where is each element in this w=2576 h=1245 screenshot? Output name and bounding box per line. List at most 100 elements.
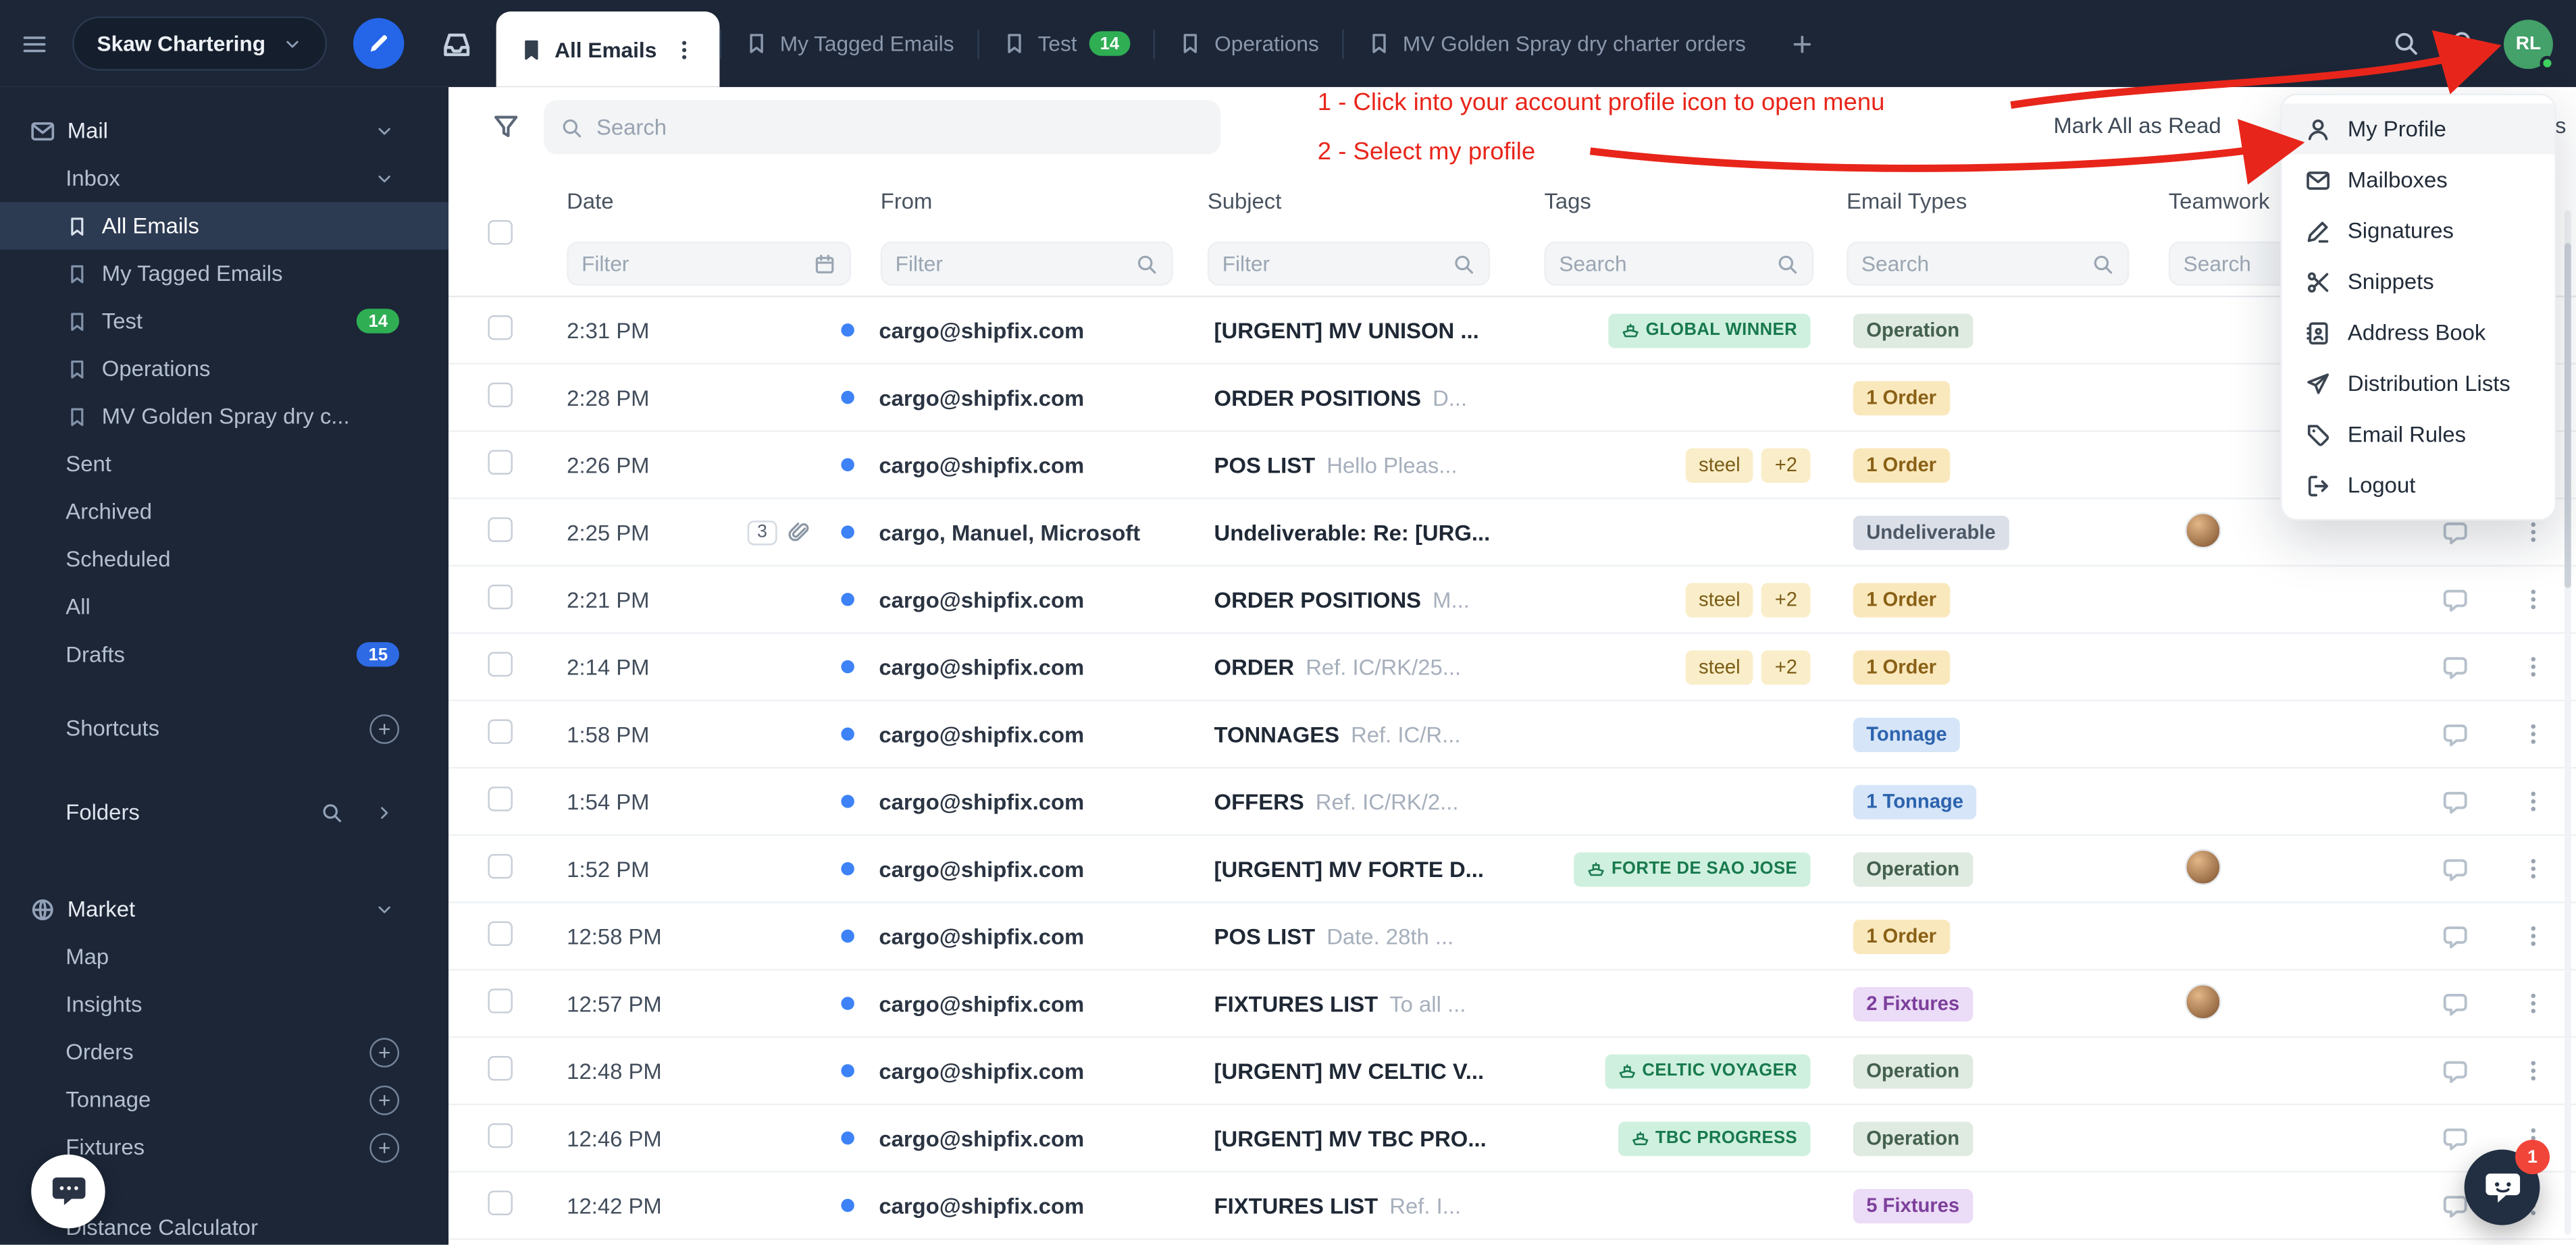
row-checkbox[interactable] <box>488 450 512 474</box>
email-row[interactable]: 12:48 PMcargo@shipfix.com[URGENT] MV CEL… <box>448 1038 2576 1105</box>
row-checkbox[interactable] <box>488 1123 512 1148</box>
menu-item-logout[interactable]: Logout <box>2282 460 2555 510</box>
sidebar-item-tonnage[interactable]: Tonnage <box>0 1076 448 1123</box>
email-types-filter-input[interactable] <box>1861 251 2085 275</box>
inbox-tray-icon[interactable] <box>440 27 473 60</box>
teammate-avatar[interactable] <box>2185 512 2221 548</box>
vessel-tag[interactable]: GLOBAL WINNER <box>1608 313 1811 347</box>
menu-item-signatures[interactable]: Signatures <box>2282 205 2555 256</box>
label-pill[interactable]: 2 Fixtures <box>1853 986 1973 1021</box>
scrollbar-thumb[interactable] <box>2565 243 2571 588</box>
partially-hidden-button[interactable]: s <box>2555 113 2566 138</box>
email-row[interactable]: 2:21 PMcargo@shipfix.comORDER POSITIONSM… <box>448 566 2576 634</box>
label-pill[interactable]: Operation <box>1853 1053 1973 1088</box>
sidebar-item-sent[interactable]: Sent <box>0 440 448 488</box>
row-checkbox[interactable] <box>488 922 512 946</box>
label-pill[interactable]: steel <box>1686 448 1754 482</box>
scrollbar[interactable] <box>2565 210 2571 1235</box>
chat-widget-button[interactable] <box>31 1155 105 1228</box>
tags-filter-input[interactable] <box>1559 251 1769 275</box>
row-comment-button[interactable] <box>2418 990 2490 1017</box>
teammate-avatar[interactable] <box>2185 983 2221 1019</box>
label-pill[interactable]: 1 Order <box>1853 919 1950 953</box>
email-row[interactable]: 2:25 PM3cargo, Manuel, MicrosoftUndelive… <box>448 499 2576 566</box>
email-row[interactable]: 12:42 PMcargo@shipfix.comFIXTURES LISTRe… <box>448 1173 2576 1240</box>
row-checkbox[interactable] <box>488 1190 512 1215</box>
vessel-tag[interactable]: FORTE DE SAO JOSE <box>1574 851 1810 886</box>
row-menu-button[interactable] <box>2491 586 2576 612</box>
sidebar-item-insights[interactable]: Insights <box>0 980 448 1028</box>
label-pill[interactable]: Undeliverable <box>1853 515 2009 550</box>
email-row[interactable]: 1:52 PMcargo@shipfix.com[URGENT] MV FORT… <box>448 836 2576 903</box>
support-chat-button[interactable]: 1 <box>2465 1150 2540 1225</box>
column-header-email-types[interactable]: Email Types <box>1847 189 1967 213</box>
tab-mv-golden-spray-dry-charter-orders[interactable]: MV Golden Spray dry charter orders <box>1343 0 1769 87</box>
row-menu-button[interactable] <box>2491 990 2576 1017</box>
row-menu-button[interactable] <box>2491 1057 2576 1084</box>
row-checkbox[interactable] <box>488 383 512 407</box>
vessel-tag[interactable]: CELTIC VOYAGER <box>1604 1053 1810 1088</box>
mark-all-read-button[interactable]: Mark All as Read <box>2053 113 2221 138</box>
email-search[interactable] <box>544 100 1220 154</box>
row-checkbox[interactable] <box>488 315 512 340</box>
sidebar-item-operations[interactable]: Operations <box>0 345 448 393</box>
menu-item-mailboxes[interactable]: Mailboxes <box>2282 155 2555 205</box>
email-row[interactable]: 2:14 PMcargo@shipfix.comORDERRef. IC/RK/… <box>448 634 2576 701</box>
row-comment-button[interactable] <box>2418 855 2490 882</box>
menu-item-snippets[interactable]: Snippets <box>2282 256 2555 307</box>
row-comment-button[interactable] <box>2418 1057 2490 1084</box>
add-button[interactable] <box>369 1037 399 1067</box>
label-pill[interactable]: steel <box>1686 582 1754 616</box>
column-header-from[interactable]: From <box>881 189 933 213</box>
add-button[interactable] <box>369 1132 399 1162</box>
label-pill[interactable]: 1 Order <box>1853 582 1950 616</box>
row-comment-button[interactable] <box>2418 1124 2490 1152</box>
sidebar-item-scheduled[interactable]: Scheduled <box>0 535 448 583</box>
row-menu-button[interactable] <box>2491 855 2576 882</box>
sidebar-section-market[interactable]: Market <box>0 885 448 933</box>
label-pill[interactable]: +2 <box>1761 650 1810 684</box>
filter-funnel-icon[interactable] <box>491 111 521 141</box>
label-pill[interactable]: steel <box>1686 650 1754 684</box>
sidebar-inbox[interactable]: Inbox <box>0 155 448 203</box>
select-all-checkbox[interactable] <box>488 220 512 244</box>
from-filter-input[interactable] <box>896 251 1129 275</box>
row-checkbox[interactable] <box>488 517 512 541</box>
sidebar-section-mail[interactable]: Mail <box>0 107 448 155</box>
row-checkbox[interactable] <box>488 787 512 811</box>
email-row[interactable]: 2:26 PMcargo@shipfix.comPOS LISTHello Pl… <box>448 432 2576 500</box>
sidebar-folders[interactable]: Folders <box>0 789 448 837</box>
tab-all-emails[interactable]: All Emails <box>496 11 719 87</box>
label-pill[interactable]: 1 Order <box>1853 650 1950 684</box>
label-pill[interactable]: Operation <box>1853 1121 1973 1155</box>
email-row[interactable]: 12:46 PMcargo@shipfix.com[URGENT] MV TBC… <box>448 1105 2576 1173</box>
tab-operations[interactable]: Operations <box>1156 0 1342 87</box>
label-pill[interactable]: 1 Order <box>1853 448 1950 482</box>
menu-item-email-rules[interactable]: Email Rules <box>2282 409 2555 460</box>
hamburger-menu-icon[interactable] <box>20 30 49 57</box>
row-checkbox[interactable] <box>488 585 512 609</box>
add-shortcut-button[interactable] <box>369 714 399 743</box>
sidebar-item-test[interactable]: Test14 <box>0 297 448 345</box>
tab-my-tagged-emails[interactable]: My Tagged Emails <box>721 0 977 87</box>
menu-item-distribution-lists[interactable]: Distribution Lists <box>2282 358 2555 408</box>
row-menu-button[interactable] <box>2491 789 2576 815</box>
row-checkbox[interactable] <box>488 854 512 878</box>
label-pill[interactable]: Operation <box>1853 313 1973 347</box>
row-menu-button[interactable] <box>2491 654 2576 680</box>
sidebar-item-all-emails[interactable]: All Emails <box>0 202 448 250</box>
sidebar-shortcuts[interactable]: Shortcuts <box>0 704 448 752</box>
profile-avatar[interactable]: RL <box>2504 19 2553 68</box>
column-header-subject[interactable]: Subject <box>1208 189 1282 213</box>
menu-item-my-profile[interactable]: My Profile <box>2282 103 2555 154</box>
add-tab-button[interactable] <box>1788 30 1815 57</box>
label-pill[interactable]: Operation <box>1853 851 1973 886</box>
sidebar-item-map[interactable]: Map <box>0 933 448 981</box>
sidebar-item-orders[interactable]: Orders <box>0 1028 448 1076</box>
email-search-input[interactable] <box>596 115 1204 139</box>
menu-item-address-book[interactable]: Address Book <box>2282 307 2555 358</box>
teammate-avatar[interactable] <box>2185 848 2221 884</box>
email-row[interactable]: 1:58 PMcargo@shipfix.comTONNAGESRef. IC/… <box>448 701 2576 769</box>
date-filter-input[interactable] <box>582 251 806 275</box>
row-comment-button[interactable] <box>2418 585 2490 613</box>
